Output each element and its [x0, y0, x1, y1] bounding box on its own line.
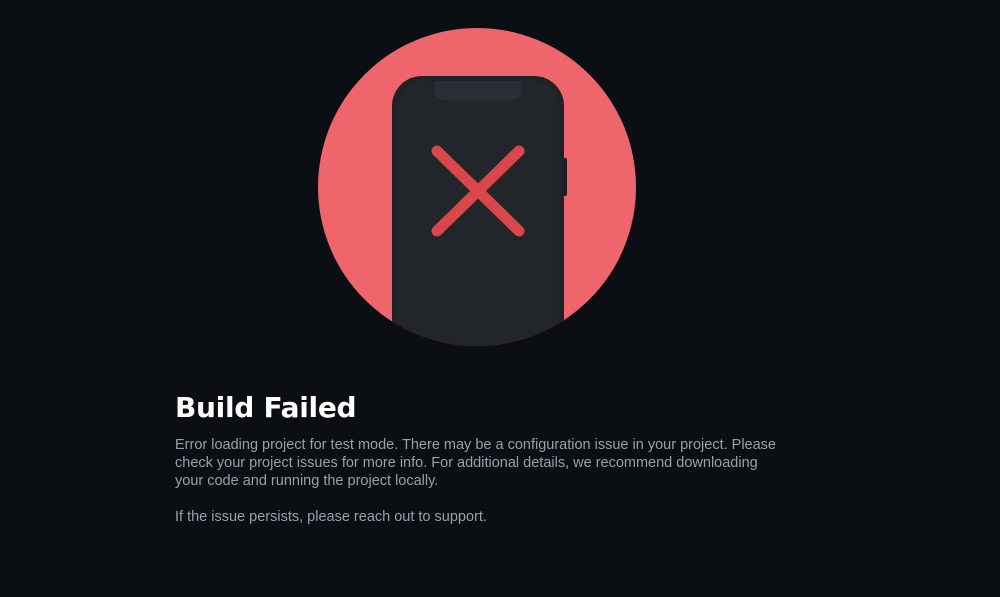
error-message: Error loading project for test mode. The…: [175, 437, 776, 489]
phone-notch: [435, 81, 521, 100]
page-title: Build Failed: [175, 391, 357, 424]
build-failed-illustration: [318, 28, 636, 346]
phone-error-icon: [392, 76, 567, 346]
error-content: Build Failed Error loading project for t…: [175, 388, 795, 526]
support-message: If the issue persists, please reach out …: [175, 509, 487, 525]
